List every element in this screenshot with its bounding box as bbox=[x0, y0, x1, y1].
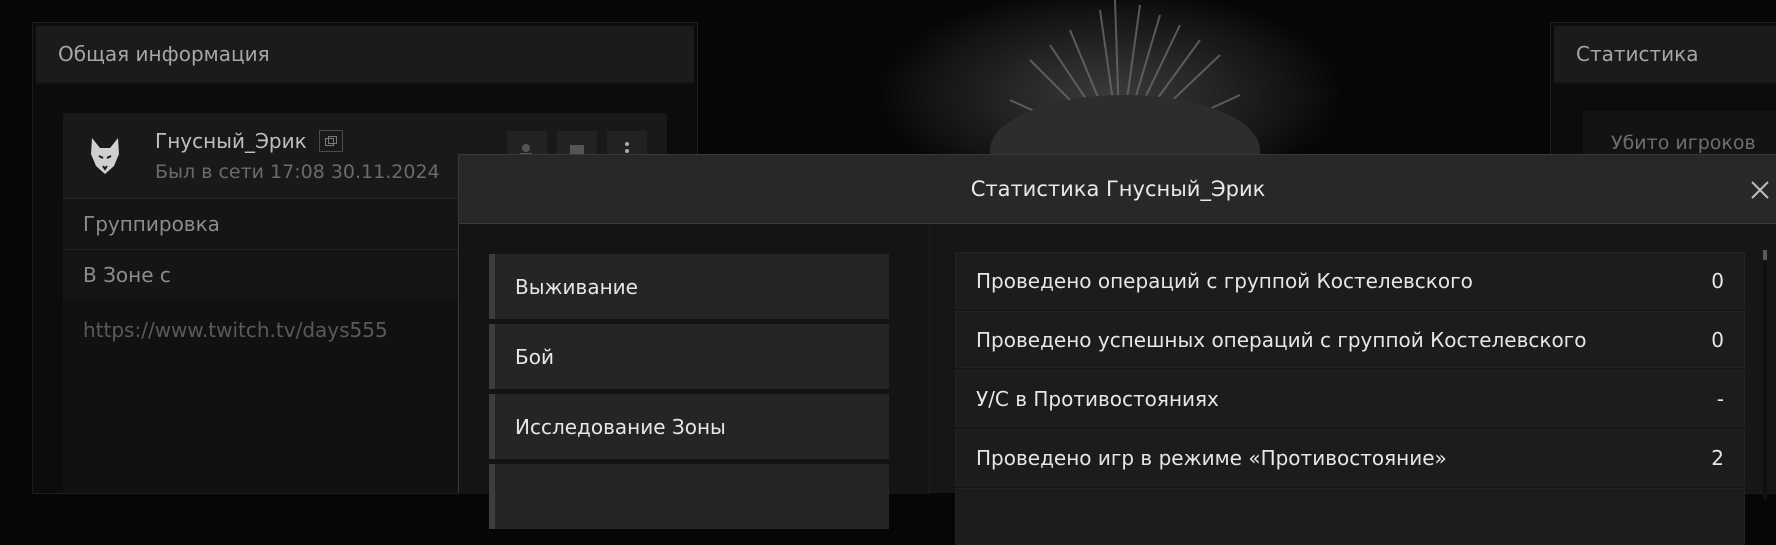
stat-label: Проведено игр в режиме «Противостояние» bbox=[976, 445, 1447, 470]
stat-label: У/С в Противостояниях bbox=[976, 386, 1219, 411]
category-combat[interactable]: Бой bbox=[489, 324, 889, 389]
stat-value: 2 bbox=[1711, 445, 1724, 470]
stat-label: Проведено успешных операций с группой Ко… bbox=[976, 327, 1587, 352]
wolf-head-icon bbox=[83, 134, 127, 178]
category-item[interactable] bbox=[489, 464, 889, 529]
last-seen-text: Был в сети 17:08 30.11.2024 bbox=[155, 160, 440, 183]
category-label: Бой bbox=[515, 344, 554, 369]
stat-value: 0 bbox=[1711, 268, 1724, 293]
scrollbar-thumb[interactable] bbox=[1763, 250, 1767, 260]
category-label: Исследование Зоны bbox=[515, 414, 726, 439]
general-info-title: Общая информация bbox=[58, 42, 270, 66]
statistics-header: Статистика bbox=[1554, 26, 1776, 85]
statistics-title: Статистика bbox=[1576, 42, 1699, 66]
category-zone-exploration[interactable]: Исследование Зоны bbox=[489, 394, 889, 459]
close-icon bbox=[1751, 181, 1769, 199]
general-info-header: Общая информация bbox=[36, 26, 694, 85]
stat-label: Проведено операций с группой Костелевско… bbox=[976, 268, 1473, 293]
in-zone-since-label: В Зоне с bbox=[83, 263, 171, 287]
category-label: Выживание bbox=[515, 274, 638, 299]
modal-title: Статистика Гнусный_Эрик bbox=[970, 177, 1266, 201]
stat-row: Проведено успешных операций с группой Ко… bbox=[955, 311, 1745, 368]
background-artifact-icon bbox=[990, 0, 1260, 160]
stat-value: - bbox=[1716, 386, 1724, 411]
scrollbar[interactable] bbox=[1763, 250, 1767, 500]
category-list: Выживание Бой Исследование Зоны bbox=[459, 224, 930, 529]
stat-row bbox=[955, 488, 1745, 545]
copy-icon[interactable] bbox=[318, 129, 343, 152]
category-survival[interactable]: Выживание bbox=[489, 254, 889, 319]
stat-value: 0 bbox=[1711, 327, 1724, 352]
stat-row: Проведено операций с группой Костелевско… bbox=[955, 252, 1745, 309]
stat-row: Проведено игр в режиме «Противостояние» … bbox=[955, 429, 1745, 486]
stat-row: У/С в Противостояниях - bbox=[955, 370, 1745, 427]
username: Гнусный_Эрик bbox=[155, 128, 307, 153]
faction-label: Группировка bbox=[83, 212, 220, 236]
statistics-modal: Статистика Гнусный_Эрик Выживание Бой Ис… bbox=[458, 154, 1776, 545]
players-killed-label: Убито игроков bbox=[1611, 132, 1756, 154]
modal-header: Статистика Гнусный_Эрик bbox=[459, 155, 1776, 224]
stats-list: Проведено операций с группой Костелевско… bbox=[955, 224, 1776, 545]
close-button[interactable] bbox=[1743, 173, 1776, 207]
